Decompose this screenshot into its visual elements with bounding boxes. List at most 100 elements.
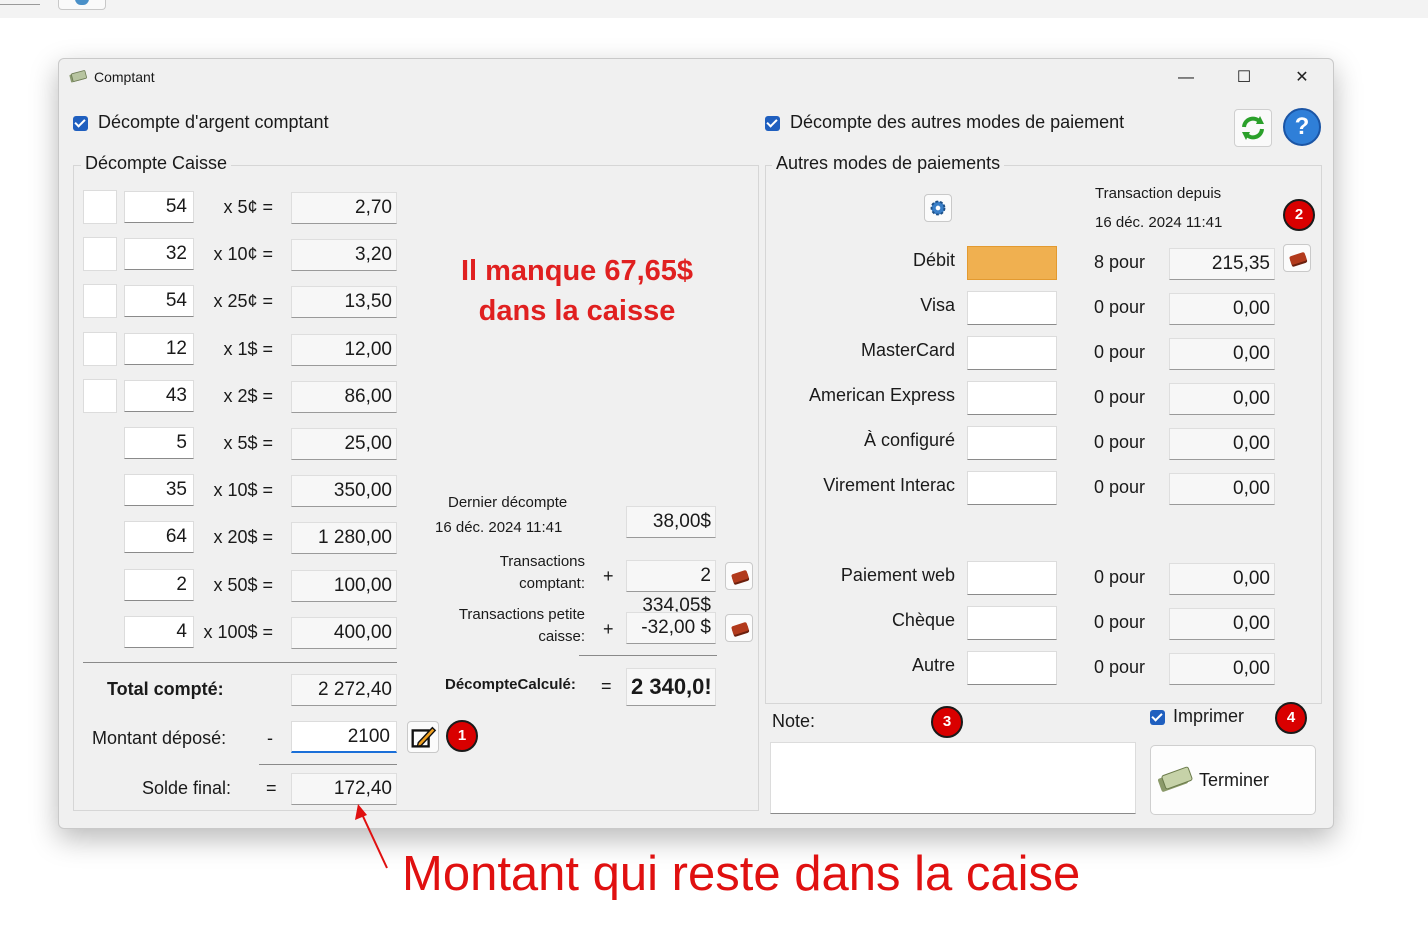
tx-since-label: Transaction depuis <box>1095 185 1222 202</box>
payment-amount: 0,00 <box>1169 473 1275 505</box>
callout-badge-2: 2 <box>1283 199 1315 231</box>
quantity-input[interactable]: 4 <box>124 615 194 648</box>
final-sign: = <box>266 778 277 798</box>
cash-tx-detail-button[interactable] <box>725 562 753 590</box>
note-label: Note: <box>772 711 816 731</box>
row-amount: 13,50 <box>291 286 397 319</box>
payment-count-input[interactable] <box>967 381 1057 415</box>
roll-count-input[interactable] <box>83 190 117 224</box>
petty-label-1: Transactions petite <box>458 606 585 623</box>
database-icon <box>58 0 106 10</box>
quantity-input[interactable]: 35 <box>124 474 194 507</box>
refresh-button[interactable] <box>1234 109 1272 147</box>
finish-label: Terminer <box>1199 770 1270 790</box>
settings-icon <box>930 200 946 216</box>
last-count-date: 16 déc. 2024 11:41 <box>435 519 563 536</box>
payment-method-label: Virement Interac <box>823 475 955 495</box>
quantity-input[interactable]: 54 <box>124 191 194 223</box>
cash-count-checkbox[interactable] <box>73 116 88 131</box>
last-count-value: 38,00$ <box>626 506 716 538</box>
payment-count-input[interactable] <box>967 561 1057 595</box>
quantity-input[interactable]: 5 <box>124 427 194 459</box>
row-amount: 350,00 <box>291 475 397 508</box>
payment-method-label: Paiement web <box>840 565 955 585</box>
help-icon[interactable]: ? <box>1283 108 1321 146</box>
roll-count-input[interactable] <box>83 331 117 366</box>
payment-count-input[interactable] <box>967 426 1057 460</box>
payment-count-input[interactable] <box>967 246 1057 280</box>
quantity-input[interactable]: 32 <box>124 238 194 271</box>
cash-count-label: Décompte d'argent comptant <box>98 112 329 132</box>
window-title: Comptant <box>94 69 155 85</box>
close-button[interactable]: ✕ <box>1279 63 1325 93</box>
roll-count-input[interactable] <box>83 237 117 272</box>
calc-divider <box>579 655 717 656</box>
denomination-label: x 5$ = <box>223 433 273 453</box>
denomination-label: x 10$ = <box>213 480 273 501</box>
payment-amount: 0,00 <box>1169 383 1275 415</box>
shortage-alert-line2: dans la caisse <box>478 295 676 327</box>
payment-method-label: American Express <box>808 385 955 405</box>
note-textarea[interactable] <box>770 742 1136 814</box>
edit-icon <box>411 726 437 748</box>
payment-count-text: 0 pour <box>1094 612 1146 632</box>
row-amount: 100,00 <box>291 569 397 602</box>
denomination-label: x 5¢ = <box>223 197 273 217</box>
callout-badge-1: 1 <box>446 720 478 752</box>
petty-sign: + <box>603 619 614 639</box>
payment-method-label: Visa <box>920 295 955 315</box>
quantity-input[interactable]: 12 <box>124 332 194 365</box>
payment-amount: 0,00 <box>1169 653 1275 685</box>
payment-count-input[interactable] <box>967 471 1057 505</box>
other-group-title: Autres modes de paiements <box>772 153 1005 174</box>
maximize-button[interactable]: ☐ <box>1221 63 1267 93</box>
payment-count-text: 0 pour <box>1094 567 1146 587</box>
callout-badge-3: 3 <box>931 706 963 738</box>
print-checkbox[interactable] <box>1150 710 1165 725</box>
petty-detail-button[interactable] <box>725 614 753 642</box>
settings-button[interactable] <box>924 194 952 222</box>
cash-tx-label-1: Transactions <box>499 553 585 570</box>
row-amount: 1 280,00 <box>291 522 397 555</box>
payment-count-text: 0 pour <box>1094 297 1146 317</box>
edit-deposit-button[interactable] <box>407 721 439 753</box>
money-icon <box>69 70 87 83</box>
payment-count-input[interactable] <box>967 291 1057 325</box>
quantity-input[interactable]: 43 <box>124 379 194 412</box>
background-toolbar <box>0 0 1428 18</box>
finish-button[interactable]: Terminer <box>1150 745 1316 815</box>
payment-count-input[interactable] <box>967 606 1057 640</box>
payment-detail-button[interactable] <box>1283 244 1311 272</box>
payment-method-label: MasterCard <box>860 340 955 360</box>
roll-count-input[interactable] <box>83 284 117 319</box>
row-amount: 86,00 <box>291 380 397 413</box>
payment-count-text: 0 pour <box>1094 432 1146 452</box>
payment-method-label: Chèque <box>891 610 955 630</box>
minimize-button[interactable]: — <box>1163 63 1209 93</box>
denomination-label: x 20$ = <box>213 527 273 548</box>
roll-count-input[interactable] <box>83 378 117 413</box>
other-count-checkbox[interactable] <box>765 116 780 131</box>
comptant-window: Comptant — ☐ ✕ Décompte d'argent comptan… <box>58 58 1334 829</box>
payment-count-input[interactable] <box>967 336 1057 370</box>
row-amount: 12,00 <box>291 333 397 366</box>
payment-method-label: À configuré <box>863 430 955 450</box>
quantity-input[interactable]: 64 <box>124 521 194 554</box>
payment-amount: 0,00 <box>1169 428 1275 460</box>
cash-group-title: Décompte Caisse <box>81 153 232 174</box>
payment-count-input[interactable] <box>967 651 1057 685</box>
shortage-alert: Il manque 67,65$ dans la caisse <box>419 251 735 331</box>
payment-count-text: 0 pour <box>1094 387 1146 407</box>
callout-badge-4: 4 <box>1275 702 1307 734</box>
cash-tx-value: 2 334,05$ <box>626 560 716 616</box>
quantity-input[interactable]: 2 <box>124 568 194 601</box>
deposit-input[interactable]: 2100 <box>291 721 397 753</box>
total-value: 2 272,40 <box>291 674 397 706</box>
payment-amount: 0,00 <box>1169 293 1275 325</box>
total-divider <box>83 662 397 663</box>
calc-value: 2 340,0! <box>626 668 716 706</box>
total-label: Total compté: <box>107 679 224 699</box>
last-count-label: Dernier décompte <box>448 494 568 511</box>
quantity-input[interactable]: 54 <box>124 285 194 318</box>
refresh-icon <box>1242 116 1264 140</box>
